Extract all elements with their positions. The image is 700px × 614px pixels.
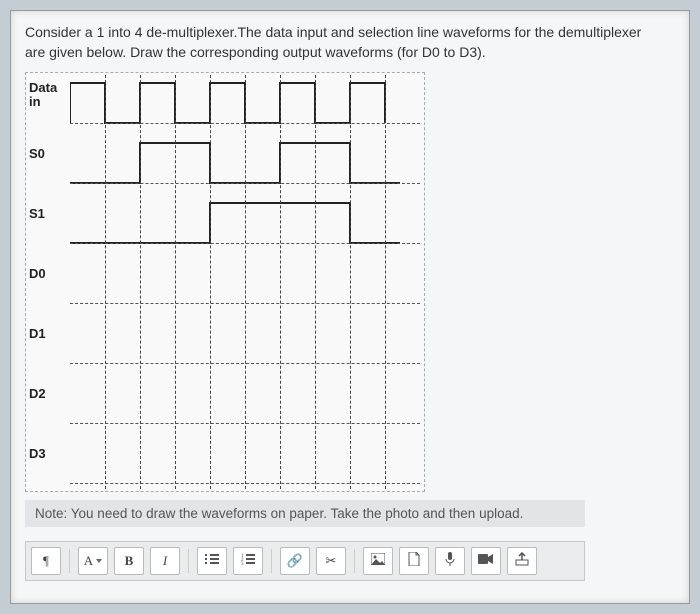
label-d3: D3: [29, 447, 69, 461]
video-button[interactable]: [471, 547, 501, 575]
file-button[interactable]: [399, 547, 429, 575]
unlink-icon: ✂: [326, 553, 337, 569]
label-d0: D0: [29, 267, 69, 281]
label-d2: D2: [29, 387, 69, 401]
question-line2: are given below. Draw the corresponding …: [25, 44, 486, 60]
unordered-list-button[interactable]: [197, 547, 227, 575]
separator: [69, 549, 70, 573]
upload-button[interactable]: [507, 547, 537, 575]
separator: [354, 549, 355, 573]
video-icon: [478, 553, 494, 569]
separator: [271, 549, 272, 573]
svg-text:3: 3: [241, 562, 244, 565]
question-text: Consider a 1 into 4 de-multiplexer.The d…: [25, 23, 675, 62]
label-d1: D1: [29, 327, 69, 341]
waveform-diagram: Datain S0 S1: [25, 72, 425, 492]
ordered-list-button[interactable]: 123: [233, 547, 263, 575]
label-s1: S1: [29, 207, 69, 221]
editor-toolbar: ¶ A B I 123 🔗 ✂: [25, 541, 585, 581]
list-ul-icon: [205, 553, 219, 569]
paragraph-button[interactable]: ¶: [31, 547, 61, 575]
page-container: Consider a 1 into 4 de-multiplexer.The d…: [10, 10, 690, 604]
link-button[interactable]: 🔗: [280, 547, 310, 575]
microphone-icon: [445, 552, 455, 570]
unlink-button[interactable]: ✂: [316, 547, 346, 575]
label-s0: S0: [29, 147, 69, 161]
link-icon: 🔗: [287, 553, 303, 569]
separator: [188, 549, 189, 573]
bold-button[interactable]: B: [114, 547, 144, 575]
font-dropdown[interactable]: A: [78, 547, 108, 575]
image-icon: [371, 553, 385, 569]
image-button[interactable]: [363, 547, 393, 575]
grid-verticals: [70, 75, 420, 489]
label-data-in: Datain: [29, 81, 69, 110]
question-line1: Consider a 1 into 4 de-multiplexer.The d…: [25, 24, 641, 40]
italic-button[interactable]: I: [150, 547, 180, 575]
upload-icon: [515, 552, 529, 570]
microphone-button[interactable]: [435, 547, 465, 575]
file-icon: [408, 552, 420, 570]
upload-note: Note: You need to draw the waveforms on …: [25, 500, 585, 527]
list-ol-icon: 123: [241, 553, 255, 569]
